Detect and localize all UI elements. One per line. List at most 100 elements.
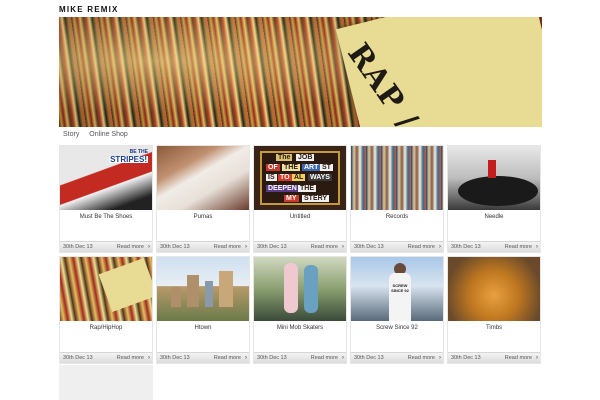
post-footer: 30th Dec 13 Read more › [60,352,152,363]
thumb-word: THE [282,164,300,171]
post-card[interactable]: BE THE STRIPES! Must Be The Shoes 30th D… [59,145,153,253]
thumb-line: STRIPES! [109,155,148,164]
post-date: 30th Dec 13 [451,244,481,250]
read-more-link[interactable]: Read more [505,355,532,361]
post-title[interactable]: Rap/HipHop [60,325,152,331]
post-thumbnail[interactable] [448,146,540,210]
post-date: 30th Dec 13 [63,244,93,250]
read-more-link[interactable]: Read more [311,355,338,361]
site-title[interactable]: MIKE REMIX [59,5,119,14]
post-card[interactable]: Needle 30th Dec 13 Read more › [447,145,541,253]
post-thumbnail[interactable] [448,257,540,321]
shirt-line: SINCE 92 [391,288,409,293]
post-thumbnail[interactable] [60,257,152,321]
post-footer: 30th Dec 13 Read more › [254,352,346,363]
post-date: 30th Dec 13 [63,355,93,361]
thumb-word: AL [292,174,306,181]
read-more-link[interactable]: Read more [117,355,144,361]
building-shape [219,271,233,307]
post-title[interactable]: Needle [448,214,540,220]
thumbnail-text: BE THE STRIPES! [109,149,148,164]
turntable-platter [458,176,538,206]
chevron-right-icon[interactable]: › [148,243,150,250]
thumb-word: OF [266,164,280,171]
thumb-word: MY [284,195,299,202]
post-date: 30th Dec 13 [354,244,384,250]
chevron-right-icon[interactable]: › [245,354,247,361]
chevron-right-icon[interactable]: › [342,243,344,250]
post-footer: 30th Dec 13 Read more › [448,241,540,252]
read-more-link[interactable]: Read more [408,244,435,250]
post-date: 30th Dec 13 [451,355,481,361]
read-more-link[interactable]: Read more [214,244,241,250]
read-more-link[interactable]: Read more [214,355,241,361]
thumb-word: THE [298,185,316,192]
post-footer: 30th Dec 13 Read more › [157,241,249,252]
post-card[interactable]: Mini Mob Skaters 30th Dec 13 Read more › [253,256,347,364]
skateboard-shape [304,265,318,313]
post-date: 30th Dec 13 [160,355,190,361]
post-title[interactable]: Must Be The Shoes [60,214,152,220]
post-card[interactable]: Timbs 30th Dec 13 Read more › [447,256,541,364]
post-card[interactable]: Rap/HipHop 30th Dec 13 Read more › [59,256,153,364]
read-more-link[interactable]: Read more [408,355,435,361]
person-shirt-shape: SCREW SINCE 92 [389,273,411,321]
skateboard-shape [284,263,298,313]
header-banner: RAP / HIP-HOP [59,17,542,127]
thumb-word: The [276,154,293,161]
post-title[interactable]: Pumas [157,214,249,220]
post-footer: 30th Dec 13 Read more › [351,352,443,363]
post-footer: 30th Dec 13 Read more › [448,352,540,363]
post-footer: 30th Dec 13 Read more › [60,241,152,252]
thumb-word: ART [302,164,321,171]
post-card[interactable]: SCREW SINCE 92 Screw Since 92 30th Dec 1… [350,256,444,364]
building-shape [187,275,199,307]
read-more-link[interactable]: Read more [311,244,338,250]
post-date: 30th Dec 13 [257,355,287,361]
chevron-right-icon[interactable]: › [536,243,538,250]
post-card[interactable]: The JOB OF THE ART ST IS TO AL WAYS DEEP… [253,145,347,253]
post-footer: 30th Dec 13 Read more › [254,241,346,252]
chevron-right-icon[interactable]: › [536,354,538,361]
shirt-text: SCREW SINCE 92 [389,273,411,293]
thumbnail-board: The JOB OF THE ART ST IS TO AL WAYS DEEP… [260,151,340,205]
post-date: 30th Dec 13 [257,244,287,250]
chevron-right-icon[interactable]: › [148,354,150,361]
read-more-link[interactable]: Read more [505,244,532,250]
post-card[interactable]: Pumas 30th Dec 13 Read more › [156,145,250,253]
post-title[interactable]: Screw Since 92 [351,325,443,331]
post-title[interactable]: Untitled [254,214,346,220]
thumb-word: JOB [296,154,315,161]
loading-post-card [59,365,153,400]
thumb-word: TO [278,174,292,181]
read-more-link[interactable]: Read more [117,244,144,250]
post-thumbnail[interactable] [157,146,249,210]
building-shape [205,281,213,307]
post-title[interactable]: Htown [157,325,249,331]
thumb-word: DEEPEN [266,185,299,192]
post-title[interactable]: Mini Mob Skaters [254,325,346,331]
post-footer: 30th Dec 13 Read more › [157,352,249,363]
post-card[interactable]: Records 30th Dec 13 Read more › [350,145,444,253]
post-date: 30th Dec 13 [354,355,384,361]
post-thumbnail[interactable]: BE THE STRIPES! [60,146,152,210]
post-card[interactable]: Htown 30th Dec 13 Read more › [156,256,250,364]
chevron-right-icon[interactable]: › [245,243,247,250]
post-thumbnail[interactable]: SCREW SINCE 92 [351,257,443,321]
chevron-right-icon[interactable]: › [342,354,344,361]
post-title[interactable]: Records [351,214,443,220]
nav-item-story[interactable]: Story [63,131,79,138]
post-thumbnail[interactable] [351,146,443,210]
thumb-word: WAYS [308,174,332,181]
thumb-word: ST [320,164,333,171]
thumbnail-sign [98,257,152,313]
turntable-arm [488,160,496,178]
post-thumbnail[interactable]: The JOB OF THE ART ST IS TO AL WAYS DEEP… [254,146,346,210]
nav-item-online-shop[interactable]: Online Shop [89,131,128,138]
building-shape [171,287,181,307]
post-thumbnail[interactable] [254,257,346,321]
post-title[interactable]: Timbs [448,325,540,331]
chevron-right-icon[interactable]: › [439,354,441,361]
chevron-right-icon[interactable]: › [439,243,441,250]
post-thumbnail[interactable] [157,257,249,321]
